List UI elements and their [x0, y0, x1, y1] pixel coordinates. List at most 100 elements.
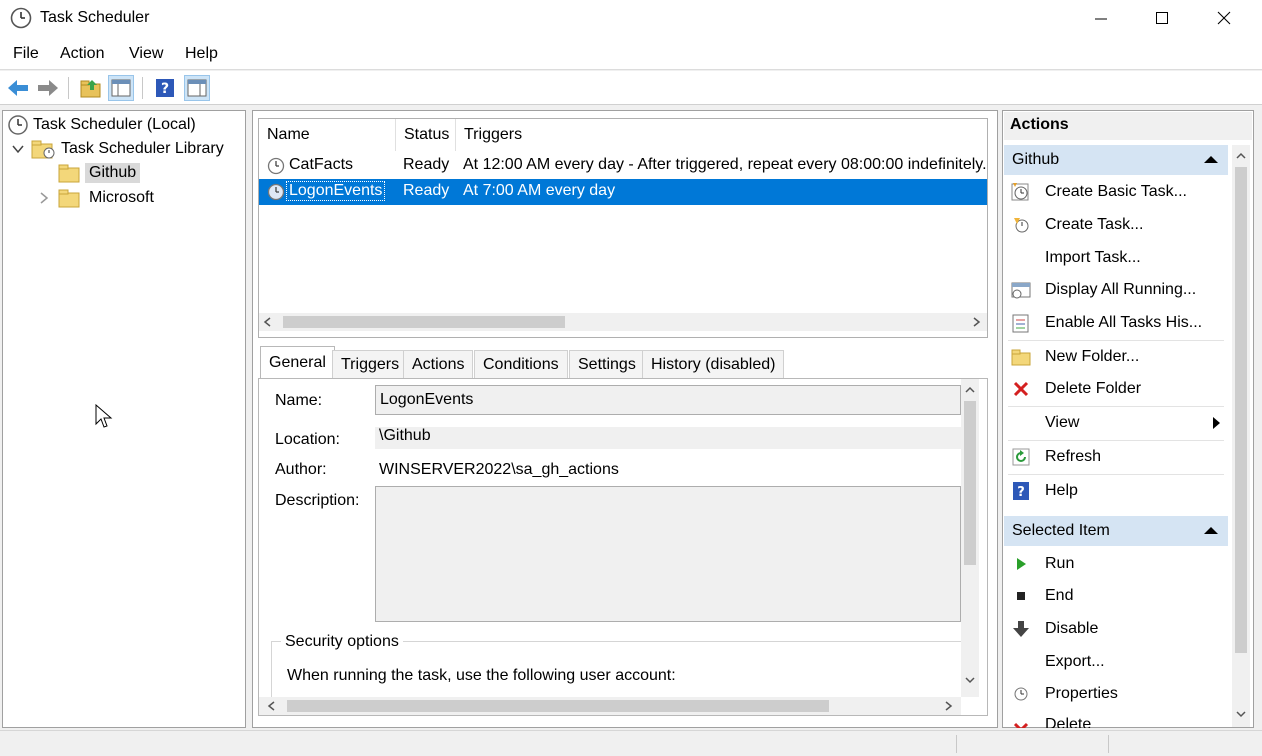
- menu-action[interactable]: Action: [60, 45, 104, 63]
- scrollbar-thumb[interactable]: [964, 401, 976, 565]
- close-button[interactable]: [1193, 0, 1255, 36]
- action-label: Create Basic Task...: [1045, 183, 1187, 200]
- scrollbar-thumb[interactable]: [1235, 167, 1247, 653]
- actions-vertical-scrollbar[interactable]: [1232, 145, 1250, 727]
- location-value: \Github: [375, 427, 961, 449]
- scroll-down-icon[interactable]: [965, 675, 975, 685]
- title-bar: Task Scheduler: [0, 0, 1262, 38]
- menu-help[interactable]: Help: [185, 45, 218, 63]
- minimize-button[interactable]: [1070, 0, 1132, 36]
- action-label: Create Task...: [1045, 216, 1144, 233]
- action-help[interactable]: ? Help: [1008, 476, 1224, 506]
- tab-history[interactable]: History (disabled): [642, 350, 785, 378]
- action-export[interactable]: Export...: [1008, 647, 1224, 677]
- submenu-arrow-icon: [1213, 417, 1220, 429]
- collapse-arrow-icon[interactable]: [1204, 156, 1218, 163]
- action-new-folder[interactable]: New Folder...: [1008, 342, 1224, 372]
- scroll-right-icon[interactable]: [943, 701, 953, 711]
- tab-general[interactable]: General: [260, 346, 335, 380]
- toolbar: ?: [0, 71, 1262, 105]
- action-display-all-running[interactable]: Display All Running...: [1008, 275, 1224, 305]
- show-hide-console-tree-button[interactable]: [108, 75, 134, 101]
- action-end[interactable]: End: [1008, 581, 1224, 611]
- detail-horizontal-scrollbar[interactable]: [259, 697, 961, 715]
- actions-header: Actions: [1004, 112, 1252, 140]
- actions-section-github[interactable]: Github: [1004, 145, 1228, 175]
- stop-icon: [1017, 592, 1025, 600]
- column-header-triggers[interactable]: Triggers: [456, 119, 987, 151]
- collapse-arrow-icon[interactable]: [1204, 527, 1218, 534]
- chevron-down-icon[interactable]: [11, 142, 25, 156]
- action-view[interactable]: View: [1008, 408, 1224, 438]
- action-properties[interactable]: Properties: [1008, 679, 1224, 709]
- scrollbar-thumb[interactable]: [287, 700, 829, 712]
- toolbar-separator: [142, 77, 143, 99]
- up-folder-button[interactable]: [78, 75, 104, 101]
- delete-x-icon: [1013, 381, 1029, 397]
- action-create-task[interactable]: Create Task...: [1008, 210, 1224, 240]
- status-divider: [956, 735, 957, 753]
- action-enable-all-tasks-history[interactable]: Enable All Tasks His...: [1008, 308, 1224, 338]
- tree-item-github[interactable]: Github: [57, 161, 141, 185]
- task-list-horizontal-scrollbar[interactable]: [259, 313, 987, 331]
- forward-arrow-icon: [38, 80, 58, 96]
- action-delete[interactable]: Delete: [1008, 712, 1224, 728]
- detail-vertical-scrollbar[interactable]: [961, 379, 979, 697]
- tab-triggers[interactable]: Triggers: [332, 350, 409, 378]
- actions-separator: [1008, 440, 1224, 441]
- task-list: Name Status Triggers CatFacts Ready At 1…: [258, 118, 988, 338]
- column-header-name[interactable]: Name: [259, 119, 396, 151]
- folder-up-icon: [80, 80, 101, 98]
- action-refresh[interactable]: Refresh: [1008, 442, 1224, 472]
- tree-item-microsoft[interactable]: Microsoft: [37, 186, 158, 210]
- action-disable[interactable]: Disable: [1008, 614, 1224, 644]
- action-run[interactable]: Run: [1008, 549, 1224, 579]
- table-row[interactable]: CatFacts Ready At 12:00 AM every day - A…: [259, 153, 987, 179]
- tree-item-label: Task Scheduler (Local): [33, 116, 196, 133]
- task-name-field[interactable]: LogonEvents: [375, 385, 961, 415]
- tab-conditions[interactable]: Conditions: [474, 350, 568, 378]
- scroll-up-icon[interactable]: [965, 385, 975, 395]
- table-row[interactable]: LogonEvents Ready At 7:00 AM every day: [259, 179, 987, 205]
- action-import-task[interactable]: Import Task...: [1008, 243, 1224, 273]
- task-scheduler-app-icon: [10, 7, 32, 29]
- action-label: Disable: [1045, 620, 1099, 637]
- scroll-left-icon[interactable]: [263, 317, 273, 327]
- scroll-up-icon[interactable]: [1236, 151, 1246, 161]
- action-label: Properties: [1045, 685, 1118, 702]
- task-triggers: At 7:00 AM every day: [463, 182, 616, 199]
- scroll-right-icon[interactable]: [971, 317, 981, 327]
- library-folder-icon: [31, 140, 55, 159]
- action-create-basic-task[interactable]: Create Basic Task...: [1008, 177, 1224, 207]
- back-button[interactable]: [5, 75, 31, 101]
- section-title: Github: [1012, 151, 1060, 168]
- forward-button[interactable]: [35, 75, 61, 101]
- actions-separator: [1008, 340, 1224, 341]
- action-delete-folder[interactable]: Delete Folder: [1008, 374, 1224, 404]
- column-header-status[interactable]: Status: [396, 119, 456, 151]
- scroll-down-icon[interactable]: [1236, 709, 1246, 719]
- section-title: Selected Item: [1012, 522, 1110, 539]
- tree-item-task-scheduler-local[interactable]: Task Scheduler (Local): [7, 113, 200, 137]
- action-label: Import Task...: [1045, 249, 1141, 266]
- clock-icon: [8, 115, 28, 135]
- scroll-left-icon[interactable]: [267, 701, 277, 711]
- tree-item-task-scheduler-library[interactable]: Task Scheduler Library: [11, 137, 228, 161]
- menu-file[interactable]: File: [13, 45, 39, 63]
- description-field[interactable]: [375, 486, 961, 622]
- action-pane-icon: [187, 79, 207, 97]
- scrollbar-thumb[interactable]: [283, 316, 565, 328]
- show-hide-action-pane-button[interactable]: [184, 75, 210, 101]
- chevron-right-icon[interactable]: [37, 191, 51, 205]
- tab-actions[interactable]: Actions: [403, 350, 474, 378]
- maximize-button[interactable]: [1131, 0, 1193, 36]
- console-tree: Task Scheduler (Local) Task Scheduler Li…: [2, 110, 246, 728]
- tab-settings[interactable]: Settings: [569, 350, 645, 378]
- close-icon: [1217, 11, 1231, 25]
- actions-section-selected-item[interactable]: Selected Item: [1004, 516, 1228, 546]
- properties-tabs: General Triggers Actions Conditions Sett…: [258, 346, 988, 380]
- task-status: Ready: [403, 156, 450, 173]
- help-button[interactable]: ?: [152, 75, 178, 101]
- menu-view[interactable]: View: [129, 45, 163, 63]
- action-label: Run: [1045, 555, 1075, 572]
